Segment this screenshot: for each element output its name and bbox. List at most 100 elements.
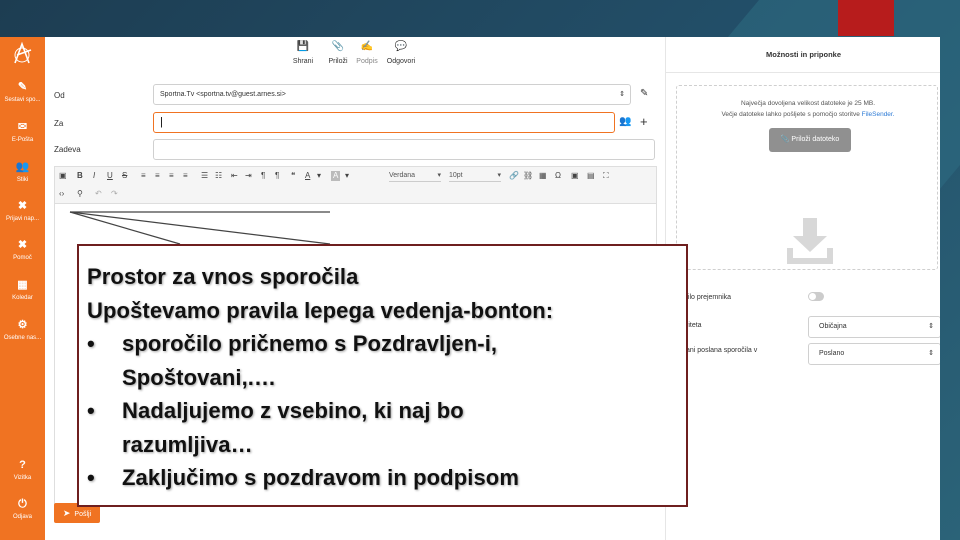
sidebar-item-contacts[interactable]: 👥 Stiki (0, 161, 45, 184)
add-contacts-icon[interactable]: 👥 (619, 116, 631, 127)
numbered-list-icon[interactable]: ☷ (215, 171, 222, 181)
to-label: Za (54, 119, 64, 128)
sort-arrows-icon: ⇕ (928, 350, 934, 357)
question-icon: ? (19, 459, 26, 471)
align-left-icon[interactable]: ≡ (141, 171, 146, 181)
redo-icon[interactable]: ↷ (111, 189, 118, 199)
contacts-icon: 👥 (15, 161, 30, 173)
envelope-icon: ✉ (17, 121, 28, 133)
download-tray-icon (787, 218, 833, 264)
logo-icon[interactable] (9, 41, 35, 67)
callout-heading: Prostor za vnos sporočila (87, 264, 359, 289)
font-name-select[interactable]: Verdana ▾ (389, 171, 441, 182)
table-icon[interactable]: ▦ (539, 171, 547, 181)
unlink-icon[interactable]: ⛓ (523, 171, 533, 181)
dropdown-arrow-icon[interactable]: ▾ (345, 171, 349, 181)
priority-select[interactable]: Običajna ⇕ (808, 316, 940, 338)
code-icon[interactable]: ‹› (59, 189, 64, 199)
to-input[interactable]: | (153, 112, 615, 133)
attach-file-button[interactable]: 📎 Priloži datoteko (769, 128, 851, 152)
priority-label: riteta (686, 322, 702, 329)
annotation-callout: Prostor za vnos sporočila Upoštevamo pra… (77, 244, 688, 507)
font-size-select[interactable]: 10pt ▾ (449, 171, 501, 182)
align-center-icon[interactable]: ≡ (155, 171, 160, 181)
reply-button[interactable]: 💬 Odgovori (385, 41, 417, 65)
dropdown-arrow-icon[interactable]: ▾ (317, 171, 321, 181)
save-button[interactable]: 💾 Shrani (292, 41, 314, 65)
subject-input[interactable] (153, 139, 655, 160)
sidebar-item-report[interactable]: ✖ Prijavi nap... (0, 200, 45, 223)
paperclip-icon: 📎 (780, 136, 792, 143)
italic-icon[interactable]: I (93, 171, 95, 181)
editor-toolbar: ▣ B I U S ≡ ≡ ≡ ≡ ☰ ☷ ⇤ ⇥ ¶ ¶ ❝ A ▾ A ▾ … (54, 166, 657, 204)
compose-toolbar: 💾 Shrani 📎 Priloži ✍ Podpis 💬 Odgovori (45, 37, 665, 75)
signature-icon: ✍ (360, 41, 374, 52)
outdent-icon[interactable]: ⇤ (231, 171, 238, 181)
subject-label: Zadeva (54, 145, 81, 154)
image-icon[interactable]: ▣ (571, 171, 579, 181)
filesender-link[interactable]: FileSender. (862, 111, 895, 118)
chevron-down-icon: ▾ (497, 172, 501, 179)
rtl-icon[interactable]: ¶ (275, 171, 279, 181)
align-right-icon[interactable]: ≡ (169, 171, 174, 181)
options-panel-title: Možnosti in priponke (666, 37, 940, 73)
bold-icon[interactable]: B (77, 171, 83, 181)
chevron-down-icon: ▾ (437, 172, 441, 179)
help-circle-icon: ✖ (17, 239, 28, 251)
sort-arrows-icon: ⇕ (928, 323, 934, 330)
indent-icon[interactable]: ⇥ (245, 171, 252, 181)
sent-folder-select[interactable]: Poslano ⇕ (808, 343, 940, 365)
undo-icon[interactable]: ↶ (95, 189, 102, 199)
pencil-icon[interactable]: ✎ (640, 88, 648, 99)
callout-item-1: • sporočilo pričnemo s Pozdravljen-i, (87, 331, 498, 356)
callout-item-1-cont: Spoštovani,.… (122, 364, 277, 390)
receipt-label: dilo prejemnika (684, 294, 732, 301)
attach-button[interactable]: 📎 Priloži (327, 41, 349, 65)
bullet-list-icon[interactable]: ☰ (201, 171, 208, 181)
sent-folder-label: ani poslana sporočila v (686, 347, 758, 354)
plus-icon[interactable]: + (640, 114, 648, 129)
sidebar: ✎ Sestavi spo... ✉ E-Pošta 👥 Stiki ✖ Pri… (0, 37, 45, 540)
media-icon[interactable]: ▤ (587, 171, 595, 181)
attachment-dropzone[interactable]: Največja dovoljena velikost datoteke je … (676, 85, 938, 270)
callout-item-3: • Zaključimo s pozdravom in podpisom (87, 465, 520, 490)
sidebar-item-logout[interactable]: ⏻ Odjava (0, 498, 45, 521)
from-select[interactable]: Sportna.Tv <sportna.tv@guest.arnes.si> ⇕ (153, 84, 631, 105)
gear-icon: ⚙ (17, 319, 28, 331)
callout-subheading: Upoštevamo pravila lepega vedenja-bonton… (87, 297, 554, 323)
callout-item-2: • Nadaljujemo z vsebino, ki naj bo (87, 398, 464, 423)
floppy-icon: 💾 (296, 41, 310, 52)
attachment-info: Največja dovoljena velikost datoteke je … (721, 100, 895, 118)
find-icon[interactable]: ⚲ (77, 189, 83, 199)
strikethrough-icon[interactable]: S (122, 171, 127, 181)
callout-item-2-cont: razumljiva… (122, 431, 253, 457)
report-icon: ✖ (17, 200, 28, 212)
sidebar-item-card[interactable]: ? Vizitka (0, 459, 45, 482)
calendar-icon: ▦ (17, 279, 28, 291)
power-icon: ⏻ (18, 498, 27, 510)
sidebar-item-calendar[interactable]: ▦ Koledar (0, 279, 45, 302)
link-icon[interactable]: 🔗 (509, 171, 519, 181)
sidebar-item-email[interactable]: ✉ E-Pošta (0, 121, 45, 144)
signature-button[interactable]: ✍ Podpis (355, 41, 379, 65)
sidebar-item-compose[interactable]: ✎ Sestavi spo... (0, 81, 45, 104)
blockquote-icon[interactable]: ❝ (291, 171, 295, 181)
edit-icon: ✎ (17, 81, 28, 93)
special-char-icon[interactable]: Ω (555, 171, 561, 181)
receipt-toggle[interactable] (808, 292, 824, 301)
underline-icon[interactable]: U (107, 171, 113, 181)
from-label: Od (54, 91, 65, 100)
source-icon[interactable]: ▣ (59, 171, 67, 181)
paperclip-icon: 📎 (331, 41, 345, 52)
ltr-icon[interactable]: ¶ (261, 171, 265, 181)
justify-icon[interactable]: ≡ (183, 171, 188, 181)
paper-plane-icon: ➤ (62, 508, 71, 518)
sidebar-item-settings[interactable]: ⚙ Osebne nas... (0, 319, 45, 342)
sort-arrows-icon: ⇕ (619, 91, 625, 98)
speech-bubble-icon: 💬 (394, 41, 408, 52)
bg-color-icon[interactable]: A (331, 171, 341, 181)
text-color-icon[interactable]: A (305, 171, 310, 181)
fullscreen-icon[interactable]: ⛶ (603, 171, 609, 181)
options-panel: Možnosti in priponke Največja dovoljena … (665, 37, 940, 540)
sidebar-item-help[interactable]: ✖ Pomoč (0, 239, 45, 262)
